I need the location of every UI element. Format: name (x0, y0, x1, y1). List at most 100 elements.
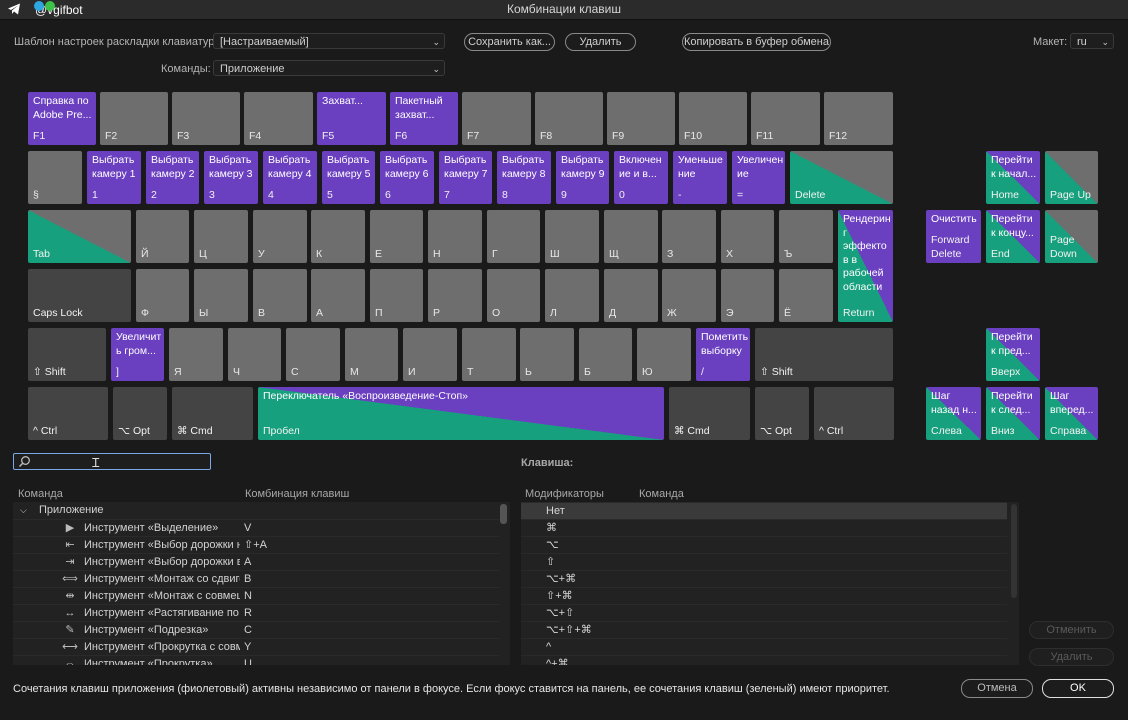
key-tab[interactable]: Tab (28, 210, 131, 263)
key-right-ctrl[interactable]: ^ Ctrl (814, 387, 894, 440)
remove-shortcut-button[interactable]: Удалить (1029, 648, 1114, 666)
modifier-row[interactable]: ⇧ (521, 553, 1007, 571)
key-z6[interactable]: Т (462, 328, 516, 381)
key-a10[interactable]: Ж (662, 269, 716, 322)
key-left-opt[interactable]: ⌥ Opt (113, 387, 167, 440)
modifier-row[interactable]: ⌥ (521, 536, 1007, 554)
key-2[interactable]: Выбрать камеру 2 2 (146, 151, 199, 204)
key-q10[interactable]: З (662, 210, 716, 263)
table-row[interactable]: ✎ Инструмент «Подрезка» C (13, 621, 500, 639)
key-a11[interactable]: Э (721, 269, 774, 322)
key-minus[interactable]: Уменьше ние - (673, 151, 727, 204)
key-q5[interactable]: Е (370, 210, 423, 263)
table-row[interactable]: ↔ Инструмент «Растягивание по ск R (13, 604, 500, 622)
key-q11[interactable]: Х (721, 210, 774, 263)
key-q9[interactable]: Щ (604, 210, 658, 263)
save-as-button[interactable]: Сохранить как... (464, 33, 555, 51)
ok-button[interactable]: OK (1042, 679, 1114, 698)
key-q7[interactable]: Г (487, 210, 540, 263)
key-a3[interactable]: В (253, 269, 307, 322)
key-caps-lock[interactable]: Caps Lock (28, 269, 131, 322)
key-a5[interactable]: П (370, 269, 423, 322)
key-left-cmd[interactable]: ⌘ Cmd (172, 387, 253, 440)
key-f11[interactable]: F11 (751, 92, 820, 145)
column-header-command[interactable]: Команда (18, 488, 63, 500)
key-f2[interactable]: F2 (100, 92, 168, 145)
key-bracket[interactable]: Увеличит ь гром...] (111, 328, 164, 381)
modifier-row[interactable]: ⇧+⌘ (521, 587, 1007, 605)
key-arrow-down[interactable]: Перейти к след... Вниз (986, 387, 1040, 440)
key-page-up[interactable]: Page Up (1045, 151, 1098, 204)
key-5[interactable]: Выбрать камеру 5 5 (322, 151, 375, 204)
column-header-modifiers[interactable]: Модификаторы (525, 488, 604, 500)
column-header-shortcut[interactable]: Комбинация клавиш (245, 488, 349, 500)
key-q3[interactable]: У (253, 210, 307, 263)
key-q4[interactable]: К (311, 210, 365, 263)
key-a2[interactable]: Ы (194, 269, 248, 322)
modifier-row[interactable]: ^+⌘ (521, 655, 1007, 665)
key-8[interactable]: Выбрать камеру 8 8 (497, 151, 551, 204)
key-a9[interactable]: Д (604, 269, 658, 322)
key-6[interactable]: Выбрать камеру 6 6 (380, 151, 434, 204)
table-row[interactable]: ⇹ Инструмент «Монтаж с совмеще N (13, 587, 500, 605)
key-left-shift[interactable]: ⇧ Shift (28, 328, 106, 381)
key-delete[interactable]: Delete (790, 151, 893, 204)
key-arrow-left[interactable]: Шаг назад н... Слева (926, 387, 981, 440)
key-a8[interactable]: Л (545, 269, 599, 322)
key-f10[interactable]: F10 (679, 92, 747, 145)
delete-preset-button[interactable]: Удалить (565, 33, 636, 51)
key-forward-delete[interactable]: Очистить Forward Delete (926, 210, 981, 263)
key-a7[interactable]: О (487, 269, 540, 322)
modifier-row[interactable]: ⌥+⌘ (521, 570, 1007, 588)
key-z2[interactable]: Ч (228, 328, 281, 381)
key-q12[interactable]: Ъ (779, 210, 833, 263)
key-q1[interactable]: Й (136, 210, 189, 263)
preset-select[interactable]: [Настраиваемый] ⌄ (213, 33, 445, 49)
undo-button[interactable]: Отменить (1029, 621, 1114, 639)
scrollbar[interactable] (500, 504, 507, 524)
key-f3[interactable]: F3 (172, 92, 240, 145)
key-return[interactable]: Рендерин г эффекто в в рабочей области Re… (838, 210, 893, 322)
key-z9[interactable]: Ю (637, 328, 691, 381)
key-7[interactable]: Выбрать камеру 7 7 (439, 151, 492, 204)
table-row[interactable]: ⇥ Инструмент «Выбор дорожки впе A (13, 553, 500, 571)
scrollbar[interactable] (1011, 504, 1017, 598)
key-section[interactable]: § (28, 151, 82, 204)
key-a4[interactable]: А (311, 269, 365, 322)
key-f4[interactable]: F4 (244, 92, 313, 145)
key-q2[interactable]: Ц (194, 210, 248, 263)
table-row[interactable]: ⟺ Инструмент «Монтаж со сдвигом B (13, 570, 500, 588)
key-f12[interactable]: F12 (824, 92, 893, 145)
key-z8[interactable]: Б (579, 328, 632, 381)
copy-clipboard-button[interactable]: Копировать в буфер обмена (682, 33, 831, 51)
modifier-row[interactable]: ⌥+⇧ (521, 604, 1007, 622)
key-right-shift[interactable]: ⇧ Shift (755, 328, 893, 381)
commands-select[interactable]: Приложение ⌄ (213, 60, 445, 76)
key-q8[interactable]: Ш (545, 210, 599, 263)
table-row[interactable]: ⇔ Инструмент «Прокрутка» U (13, 655, 500, 665)
key-a6[interactable]: Р (428, 269, 482, 322)
key-z3[interactable]: С (286, 328, 340, 381)
key-equals[interactable]: Увеличен ие = (732, 151, 785, 204)
key-z4[interactable]: М (345, 328, 398, 381)
modifier-row[interactable]: Нет (521, 502, 1007, 520)
key-arrow-right[interactable]: Шаг вперед... Справа (1045, 387, 1098, 440)
key-right-cmd[interactable]: ⌘ Cmd (669, 387, 750, 440)
key-f5[interactable]: Захват... F5 (317, 92, 386, 145)
key-z7[interactable]: Ь (520, 328, 574, 381)
key-f6[interactable]: Пакетный захват... F6 (390, 92, 458, 145)
key-home[interactable]: Перейти к начал... Home (986, 151, 1040, 204)
modifier-row[interactable]: ^ (521, 638, 1007, 656)
key-left-ctrl[interactable]: ^ Ctrl (28, 387, 108, 440)
cancel-button[interactable]: Отмена (961, 679, 1033, 698)
key-page-down[interactable]: Page Down (1045, 210, 1098, 263)
key-end[interactable]: Перейти к концу... End (986, 210, 1040, 263)
group-row[interactable]: ⌵ Приложение (13, 502, 510, 519)
key-f7[interactable]: F7 (462, 92, 531, 145)
key-slash[interactable]: Пометить выборку / (696, 328, 750, 381)
key-3[interactable]: Выбрать камеру 3 3 (204, 151, 258, 204)
key-space[interactable]: Переключатель «Воспроизведение-Стоп» Проб… (258, 387, 664, 440)
table-row[interactable]: ⟷ Инструмент «Прокрутка с совме Y (13, 638, 500, 656)
key-0[interactable]: Включен ие и в... 0 (614, 151, 668, 204)
layout-select[interactable]: ru ⌄ (1070, 33, 1114, 49)
